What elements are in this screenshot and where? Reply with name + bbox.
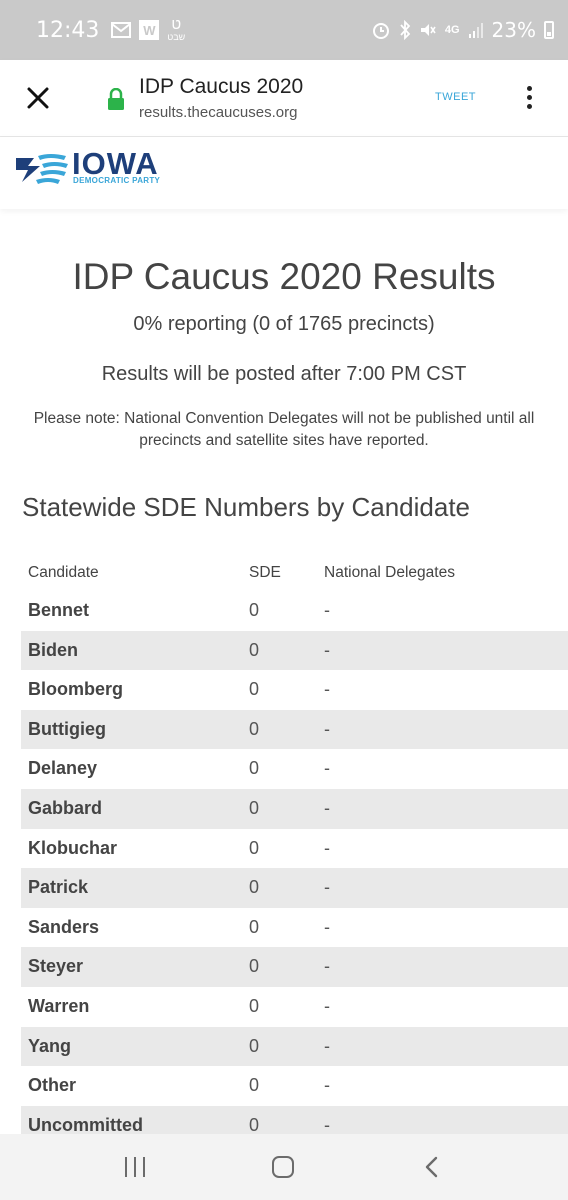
sde-value: 0	[249, 797, 260, 818]
page-title: IDP Caucus 2020 Results	[72, 256, 496, 297]
home-icon[interactable]	[272, 1156, 294, 1178]
sde-value: 0	[249, 600, 260, 620]
mail-icon	[111, 22, 132, 38]
candidate-name: Patrick	[28, 877, 89, 898]
delegates-value: -	[324, 797, 330, 818]
lock-icon	[108, 88, 124, 110]
candidate-name: Klobuchar	[28, 837, 118, 858]
candidate-name: Yang	[28, 1035, 72, 1056]
delegates-value: -	[324, 1075, 330, 1096]
sde-value: 0	[249, 1035, 260, 1056]
table-row: Gabbard 0 -	[21, 788, 568, 829]
hebrew-calendar-icon: ט שבט	[167, 15, 186, 42]
header-sde: SDE	[249, 564, 281, 581]
sde-value: 0	[249, 837, 260, 858]
delegates-value: -	[324, 1035, 330, 1056]
delegates-value: -	[324, 995, 330, 1016]
delegates-value: -	[324, 877, 330, 898]
delegates-value: -	[324, 758, 330, 779]
candidate-name: Delaney	[28, 758, 98, 779]
close-icon[interactable]	[22, 82, 54, 114]
battery-icon	[544, 21, 554, 39]
url-text[interactable]: results.thecaucuses.org	[139, 104, 297, 121]
sde-value: 0	[249, 1075, 260, 1096]
table-row: Other 0 -	[21, 1066, 568, 1106]
bluetooth-icon	[399, 20, 411, 40]
table-row: Warren 0 -	[21, 987, 568, 1027]
candidate-name: Bloomberg	[28, 679, 124, 700]
battery-percent: 23%	[491, 18, 536, 42]
back-icon[interactable]	[423, 1156, 439, 1178]
sde-value: 0	[249, 679, 260, 700]
header-candidate: Candidate	[28, 564, 99, 581]
recent-apps-icon[interactable]	[125, 1157, 147, 1177]
candidate-name: Uncommitted	[28, 1114, 144, 1135]
header-national-delegates: National Delegates	[324, 564, 455, 581]
table-header: Candidate SDE National Delegates	[21, 553, 568, 591]
sde-value: 0	[249, 639, 260, 660]
delegates-value: -	[324, 639, 330, 660]
table-row: Delaney 0 -	[21, 749, 568, 789]
delegates-value: -	[324, 1114, 330, 1135]
mute-icon	[419, 21, 437, 39]
delegates-value: -	[324, 600, 330, 620]
table-row: Biden 0 -	[21, 630, 568, 671]
sde-value: 0	[249, 718, 260, 739]
section-title: Statewide SDE Numbers by Candidate	[22, 492, 471, 522]
candidate-name: Bennet	[28, 600, 90, 620]
candidate-name: Gabbard	[28, 797, 103, 818]
iowa-logo-icon[interactable]	[14, 150, 72, 186]
page-tab-title: IDP Caucus 2020	[139, 75, 304, 98]
sde-value: 0	[249, 1114, 260, 1135]
status-time: 12:43	[36, 17, 100, 43]
table-row: Buttigieg 0 -	[21, 709, 568, 750]
delegates-note: Please note: National Convention Delegat…	[33, 410, 535, 449]
table-row: Yang 0 -	[21, 1026, 568, 1067]
candidate-name: Buttigieg	[28, 718, 106, 739]
alarm-icon	[371, 20, 391, 40]
sde-value: 0	[249, 916, 260, 937]
signal-icon	[468, 21, 484, 39]
candidate-name: Steyer	[28, 956, 84, 977]
table-row: Bloomberg 0 -	[21, 670, 568, 710]
candidate-name: Other	[28, 1075, 77, 1096]
status-bar: 12:43 W ט שבט 4G 23%	[0, 0, 568, 60]
table-row: Klobuchar 0 -	[21, 829, 568, 869]
table-row: Bennet 0 -	[21, 591, 568, 631]
network-type: 4G	[444, 24, 460, 36]
candidate-name: Warren	[28, 995, 90, 1016]
tweet-button[interactable]: TWEET	[435, 91, 476, 103]
delegates-value: -	[324, 718, 330, 739]
delegates-value: -	[324, 916, 330, 937]
more-options-icon[interactable]	[522, 86, 536, 112]
sde-value: 0	[249, 956, 260, 977]
candidate-name: Biden	[28, 639, 79, 660]
table-row: Sanders 0 -	[21, 908, 568, 948]
table-row: Steyer 0 -	[21, 947, 568, 987]
delegates-value: -	[324, 837, 330, 858]
results-posted-notice: Results will be posted after 7:00 PM CST	[101, 363, 467, 385]
results-table: Candidate SDE National Delegates Bennet 0…	[21, 553, 568, 1146]
delegates-value: -	[324, 956, 330, 977]
browser-toolbar: IDP Caucus 2020 results.thecaucuses.org …	[0, 60, 568, 137]
delegates-value: -	[324, 679, 330, 700]
logo-subtitle: DEMOCRATIC PARTY	[73, 176, 161, 185]
table-row: Patrick 0 -	[21, 868, 568, 908]
sde-value: 0	[249, 877, 260, 898]
sde-value: 0	[249, 758, 260, 779]
word-app-icon: W	[139, 20, 160, 40]
system-nav-bar	[0, 1134, 568, 1200]
reporting-status: 0% reporting (0 of 1765 precincts)	[133, 313, 435, 335]
sde-value: 0	[249, 995, 260, 1016]
candidate-name: Sanders	[28, 916, 100, 937]
